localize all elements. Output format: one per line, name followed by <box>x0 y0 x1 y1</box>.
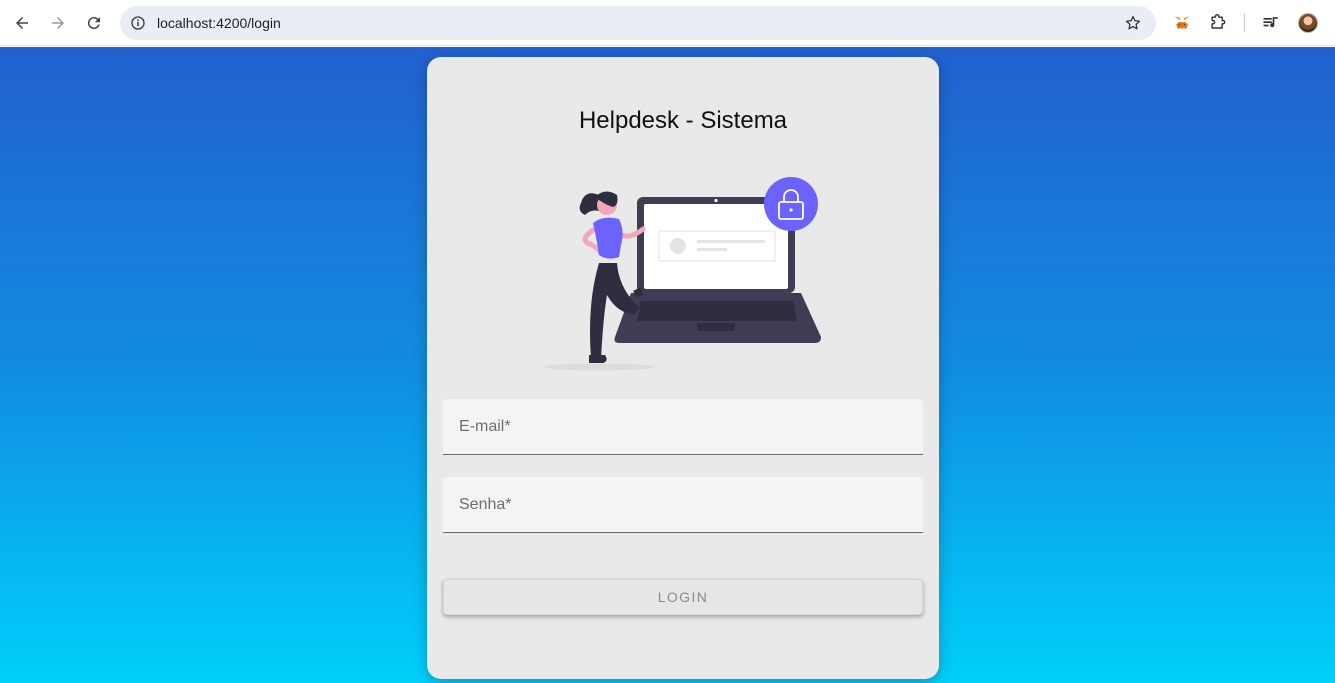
address-bar[interactable]: localhost:4200/login <box>120 6 1156 40</box>
site-info-icon[interactable] <box>128 13 148 33</box>
login-button[interactable]: LOGIN <box>443 579 923 615</box>
reload-icon <box>87 17 100 30</box>
password-input[interactable] <box>443 477 923 532</box>
password-field[interactable] <box>443 477 923 533</box>
page-title: Helpdesk - Sistema <box>578 107 788 134</box>
toolbar-divider <box>1244 14 1245 32</box>
back-icon <box>16 17 28 29</box>
login-card: Helpdesk - Sistema E-mail* LOGIN <box>427 57 939 679</box>
url-text: localhost:4200/login <box>157 15 281 31</box>
reload-button[interactable] <box>80 9 108 37</box>
metamask-extension-icon[interactable] <box>1171 12 1193 34</box>
login-illustration <box>544 177 821 371</box>
forward-button[interactable] <box>44 9 72 37</box>
media-control-icon[interactable] <box>1260 12 1282 34</box>
profile-avatar[interactable] <box>1298 13 1318 33</box>
forward-icon <box>52 17 64 29</box>
bookmark-star-icon[interactable] <box>1124 14 1142 32</box>
extensions-puzzle-icon[interactable] <box>1207 12 1229 34</box>
browser-toolbar: localhost:4200/login <box>0 0 1335 46</box>
email-input[interactable] <box>443 399 923 454</box>
email-field[interactable] <box>443 399 923 455</box>
back-button[interactable] <box>8 9 36 37</box>
page-background: Helpdesk - Sistema E-mail* LOGIN <box>0 47 1335 683</box>
